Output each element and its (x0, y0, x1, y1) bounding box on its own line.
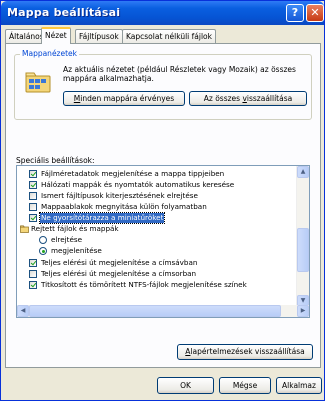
radio-button[interactable] (39, 236, 47, 244)
list-item-label: Ismert fájltípusok kiterjesztésének elre… (41, 191, 198, 200)
tab-view[interactable]: Nézet (41, 27, 71, 44)
checkbox[interactable] (29, 181, 37, 189)
horizontal-scroll-thumb[interactable] (29, 305, 281, 317)
apply-all-label-post: inden mappára érvényes (80, 94, 175, 103)
list-item[interactable]: elrejtése (17, 235, 297, 245)
window-title: Mappa beállításai (7, 6, 121, 19)
apply-button[interactable]: Alkalmaz (276, 377, 322, 394)
help-button[interactable]: ? (286, 4, 304, 22)
checkbox[interactable] (29, 170, 37, 178)
folder-views-description: Az aktuális nézetet (például Részletek v… (63, 65, 296, 83)
scroll-up-icon[interactable]: ▲ (297, 166, 309, 178)
folder-icon (20, 225, 29, 233)
checkbox[interactable] (29, 214, 37, 222)
list-item-label: elrejtése (51, 235, 83, 244)
list-item-label: Hálózati mappák és nyomtatók automatikus… (41, 180, 235, 189)
list-item-label: Fájlméretadatok megjelenítése a mappa ti… (41, 169, 225, 178)
list-item[interactable]: Ismert fájltípusok kiterjesztésének elre… (17, 191, 297, 201)
list-item[interactable]: Fájlméretadatok megjelenítése a mappa ti… (17, 169, 297, 179)
list-item-label: Teljes elérési út megjelenítése a címsáv… (41, 258, 198, 267)
vertical-scroll-thumb[interactable] (297, 228, 309, 272)
scroll-right-icon[interactable]: ▶ (297, 305, 309, 317)
list-item-label: megjelenítése (51, 246, 102, 255)
tab-file-types[interactable]: Fájltípusok (75, 29, 123, 43)
list-item-label: Rejtett fájlok és mappák (31, 224, 119, 233)
radio-button[interactable] (39, 247, 47, 255)
advanced-settings-list[interactable]: Fájlméretadatok megjelenítése a mappa ti… (16, 165, 310, 318)
title-bar[interactable]: Mappa beállításai ? ✕ (1, 1, 324, 25)
close-button[interactable]: ✕ (306, 4, 324, 22)
folder-options-dialog: Mappa beállításai ? ✕ Általános Nézet Fá… (0, 0, 325, 401)
checkbox[interactable] (29, 192, 37, 200)
folder-views-title: Mappanézetek (20, 49, 80, 58)
folder-views-group: Mappanézetek Az aktuális nézetet (példáu… (14, 49, 312, 120)
list-item[interactable]: Mappaablakok megnyitása külön folyamatba… (17, 202, 297, 212)
apply-to-all-folders-button[interactable]: Minden mappára érvényes (63, 91, 185, 106)
restore-defaults-button[interactable]: Alapértelmezések visszaállítása (177, 344, 313, 360)
vertical-scrollbar[interactable]: ▲ ▼ (296, 166, 309, 307)
list-item-selected[interactable]: Ne gyorsítótárazza a miniatűröket (17, 212, 297, 224)
checkbox[interactable] (29, 203, 37, 211)
list-item[interactable]: Hálózati mappák és nyomtatók automatikus… (17, 180, 297, 190)
list-item: Rejtett fájlok és mappák (17, 224, 297, 234)
checkbox[interactable] (29, 259, 37, 267)
advanced-settings-label: Speciális beállítások: (16, 156, 95, 165)
list-item-label: Mappaablakok megnyitása külön folyamatba… (41, 202, 207, 211)
list-item-label: Titkosított és tömörített NTFS-fájlok me… (41, 280, 247, 289)
folder-views-icon (25, 72, 51, 93)
view-tab-panel: Mappanézetek Az aktuális nézetet (példáu… (5, 43, 321, 368)
restore-defaults-label-post: lapértelmezések visszaállítása (190, 347, 305, 356)
list-item[interactable]: Titkosított és tömörített NTFS-fájlok me… (17, 280, 297, 290)
ok-button[interactable]: OK (157, 377, 214, 394)
reset-all-label-post: isszaállítása (246, 94, 293, 103)
checkbox[interactable] (29, 281, 37, 289)
cancel-button[interactable]: Mégse (219, 377, 271, 394)
list-item[interactable]: megjelenítése (17, 246, 297, 256)
list-item-label: Ne gyorsítótárazza a miniatűröket (38, 212, 166, 224)
reset-all-folders-button[interactable]: Az összes visszaállítása (189, 91, 307, 106)
checkbox[interactable] (29, 270, 37, 278)
list-item[interactable]: Teljes elérési út megjelenítése a címsáv… (17, 258, 297, 268)
scroll-left-icon[interactable]: ◀ (17, 305, 29, 317)
horizontal-scrollbar[interactable]: ◀ ▶ (17, 305, 309, 317)
list-item-label: Teljes elérési út megjelenítése a címsor… (41, 269, 197, 278)
tab-offline-files[interactable]: Kapcsolat nélküli fájlok (122, 29, 216, 43)
tab-strip: Általános Nézet Fájltípusok Kapcsolat né… (5, 27, 323, 44)
list-item[interactable]: Teljes elérési út megjelenítése a címsor… (17, 269, 297, 279)
reset-all-label-pre: Az összes (203, 94, 243, 103)
